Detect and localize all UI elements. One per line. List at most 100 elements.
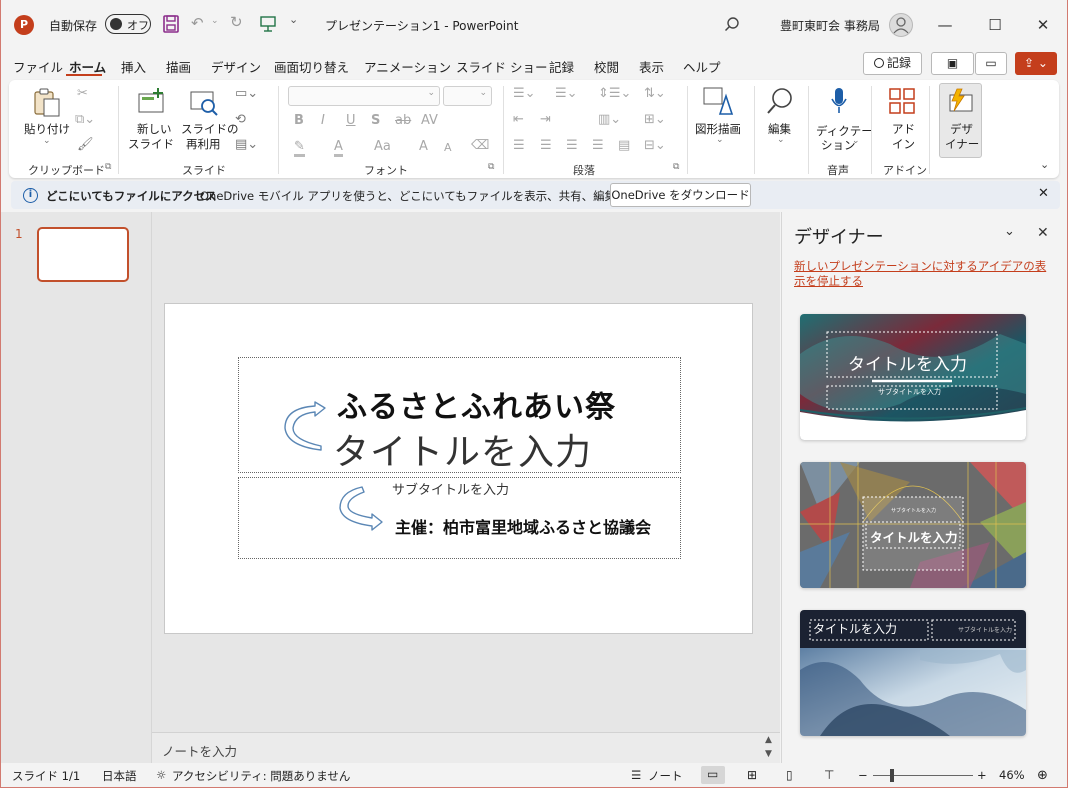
tab-slideshow[interactable]: スライド ショー bbox=[456, 57, 547, 76]
undo-dropdown-icon[interactable]: ⌄ bbox=[211, 16, 219, 26]
close-window-icon[interactable]: ✕ bbox=[1028, 10, 1058, 40]
slide-subtitle-text[interactable]: サブタイトルを入力 bbox=[392, 479, 509, 498]
record-button[interactable]: 記録 bbox=[863, 52, 922, 75]
font-launcher-icon[interactable]: ⧉ bbox=[488, 162, 494, 172]
language-indicator[interactable]: 日本語 bbox=[102, 768, 137, 784]
design-idea-card-3[interactable]: タイトルを入力 サブタイトルを入力 bbox=[800, 610, 1026, 736]
tab-animations[interactable]: アニメーション bbox=[364, 57, 451, 76]
addins-label-1[interactable]: アド bbox=[892, 121, 915, 137]
tab-help[interactable]: ヘルプ bbox=[683, 57, 721, 76]
accessibility-icon[interactable]: ☼ bbox=[156, 768, 166, 782]
dictate-dropdown-icon[interactable]: ⌄ bbox=[852, 136, 860, 146]
columns-icon[interactable]: ▥⌄ bbox=[598, 112, 621, 127]
zoom-in-button[interactable]: + bbox=[977, 768, 987, 782]
text-direction-icon[interactable]: ⇅⌄ bbox=[644, 86, 666, 101]
smartart-icon[interactable]: ⊟⌄ bbox=[644, 138, 666, 153]
shadow-icon[interactable]: S bbox=[371, 113, 380, 128]
justify-icon[interactable]: ☰ bbox=[592, 138, 604, 153]
layout-icon[interactable]: ▭⌄ bbox=[235, 86, 258, 101]
tab-draw[interactable]: 描画 bbox=[166, 57, 191, 76]
customize-toolbar-icon[interactable]: ⌄ bbox=[289, 13, 298, 26]
undo-icon[interactable]: ↶ bbox=[191, 14, 204, 32]
download-onedrive-button[interactable]: OneDrive をダウンロード bbox=[610, 183, 751, 207]
design-idea-card-2[interactable]: サブタイトルを入力 タイトルを入力 bbox=[800, 462, 1026, 588]
save-icon[interactable] bbox=[163, 15, 179, 33]
grow-font-icon[interactable]: A bbox=[419, 139, 428, 154]
increase-indent-icon[interactable]: ⇥ bbox=[540, 112, 551, 127]
stop-ideas-link[interactable]: 新しいプレゼンテーションに対するアイデアの表示を停止する bbox=[794, 259, 1056, 289]
redo-icon[interactable]: ↻ bbox=[230, 13, 243, 31]
tab-file[interactable]: ファイル bbox=[13, 57, 63, 76]
reading-view-icon[interactable]: ▯ bbox=[786, 768, 793, 782]
slideshow-view-icon[interactable]: ⊤ bbox=[824, 768, 834, 782]
change-case-icon[interactable]: Aa bbox=[374, 139, 391, 154]
zoom-slider-thumb[interactable] bbox=[890, 769, 894, 782]
close-pane-icon[interactable]: ✕ bbox=[1037, 225, 1049, 241]
line-spacing-icon[interactable]: ⇕☰⌄ bbox=[598, 86, 631, 101]
decrease-indent-icon[interactable]: ⇤ bbox=[513, 112, 524, 127]
align-center-icon[interactable]: ☰ bbox=[540, 138, 552, 153]
maximize-icon[interactable]: ☐ bbox=[980, 10, 1010, 40]
underline-icon[interactable]: U bbox=[346, 113, 356, 128]
notes-icon[interactable]: ☰ bbox=[631, 768, 641, 782]
align-right-icon[interactable]: ☰ bbox=[566, 138, 578, 153]
clear-formatting-icon[interactable]: ⌫ bbox=[471, 138, 489, 153]
editing-dropdown-icon[interactable]: ⌄ bbox=[777, 135, 785, 145]
collapse-ribbon-icon[interactable]: ⌄ bbox=[1040, 158, 1049, 171]
autosave-toggle[interactable]: オフ bbox=[105, 14, 151, 34]
slide-title-overlay[interactable]: ふるさとふれあい祭 bbox=[337, 382, 616, 426]
addins-icon[interactable] bbox=[888, 87, 916, 115]
addins-label-2[interactable]: イン bbox=[892, 136, 915, 152]
scroll-down-icon[interactable]: ▼ bbox=[765, 749, 772, 759]
character-spacing-icon[interactable]: AV bbox=[421, 113, 438, 128]
font-color-icon[interactable]: A bbox=[334, 139, 343, 157]
share-button[interactable]: ⇪ ⌄ bbox=[1015, 52, 1057, 75]
minimize-icon[interactable]: — bbox=[930, 10, 960, 40]
slide-subtitle-overlay[interactable]: 主催：柏市富里地域ふるさと協議会 bbox=[395, 514, 651, 538]
zoom-out-button[interactable]: − bbox=[858, 768, 868, 782]
tab-review[interactable]: 校閲 bbox=[594, 57, 619, 76]
distributed-icon[interactable]: ▤ bbox=[618, 138, 630, 153]
new-slide-label-1[interactable]: 新しい bbox=[137, 121, 172, 137]
slide-title-text[interactable]: タイトルを入力 bbox=[333, 423, 592, 475]
tab-view[interactable]: 表示 bbox=[639, 57, 664, 76]
copy-icon[interactable]: ⧉⌄ bbox=[75, 112, 95, 127]
search-icon[interactable] bbox=[724, 16, 740, 32]
new-slide-label-2[interactable]: スライド bbox=[128, 136, 174, 152]
normal-view-button[interactable]: ▭ bbox=[701, 766, 725, 784]
zoom-slider[interactable] bbox=[873, 775, 973, 776]
reuse-slides-icon[interactable] bbox=[189, 88, 219, 118]
comments-button[interactable]: ▭ bbox=[975, 52, 1007, 75]
tab-design[interactable]: デザイン bbox=[211, 57, 261, 76]
reset-icon[interactable]: ⟲ bbox=[235, 112, 246, 127]
dictate-label-2[interactable]: ション bbox=[821, 137, 856, 153]
find-icon[interactable] bbox=[765, 86, 795, 116]
close-infobar-icon[interactable]: ✕ bbox=[1038, 186, 1049, 201]
paste-icon[interactable] bbox=[31, 86, 63, 118]
notes-toggle-button[interactable]: ノート bbox=[648, 768, 683, 784]
align-left-icon[interactable]: ☰ bbox=[513, 138, 525, 153]
drawing-dropdown-icon[interactable]: ⌄ bbox=[716, 135, 724, 145]
strikethrough-icon[interactable]: ab bbox=[395, 113, 411, 128]
slide-sorter-icon[interactable]: ⊞ bbox=[747, 768, 757, 782]
paragraph-launcher-icon[interactable]: ⧉ bbox=[673, 162, 679, 172]
align-text-icon[interactable]: ⊞⌄ bbox=[644, 112, 666, 127]
highlight-icon[interactable]: ✎ bbox=[294, 139, 305, 157]
zoom-level[interactable]: 46% bbox=[999, 768, 1025, 782]
bullets-icon[interactable]: ☰⌄ bbox=[513, 86, 536, 101]
paste-button-label[interactable]: 貼り付け bbox=[24, 121, 70, 137]
slide-thumbnail[interactable] bbox=[37, 227, 129, 282]
italic-icon[interactable]: I bbox=[321, 113, 325, 128]
numbering-icon[interactable]: ☰⌄ bbox=[555, 86, 578, 101]
notes-pane[interactable]: ノートを入力 ▲ ▼ bbox=[152, 732, 780, 763]
notes-placeholder[interactable]: ノートを入力 bbox=[162, 741, 237, 760]
user-name[interactable]: 豊町東町会 事務局 bbox=[780, 17, 880, 34]
design-idea-card-1[interactable]: タイトルを入力 サブタイトルを入力 bbox=[800, 314, 1026, 440]
tab-transitions[interactable]: 画面切り替え bbox=[274, 57, 349, 76]
present-teams-button[interactable]: ▣ bbox=[931, 52, 974, 75]
shrink-font-icon[interactable]: A bbox=[444, 141, 452, 154]
cut-icon[interactable]: ✂ bbox=[77, 86, 88, 101]
paste-dropdown-icon[interactable]: ⌄ bbox=[43, 136, 51, 146]
bold-icon[interactable]: B bbox=[294, 113, 304, 128]
font-name-combo[interactable]: ⌄ bbox=[288, 86, 440, 106]
